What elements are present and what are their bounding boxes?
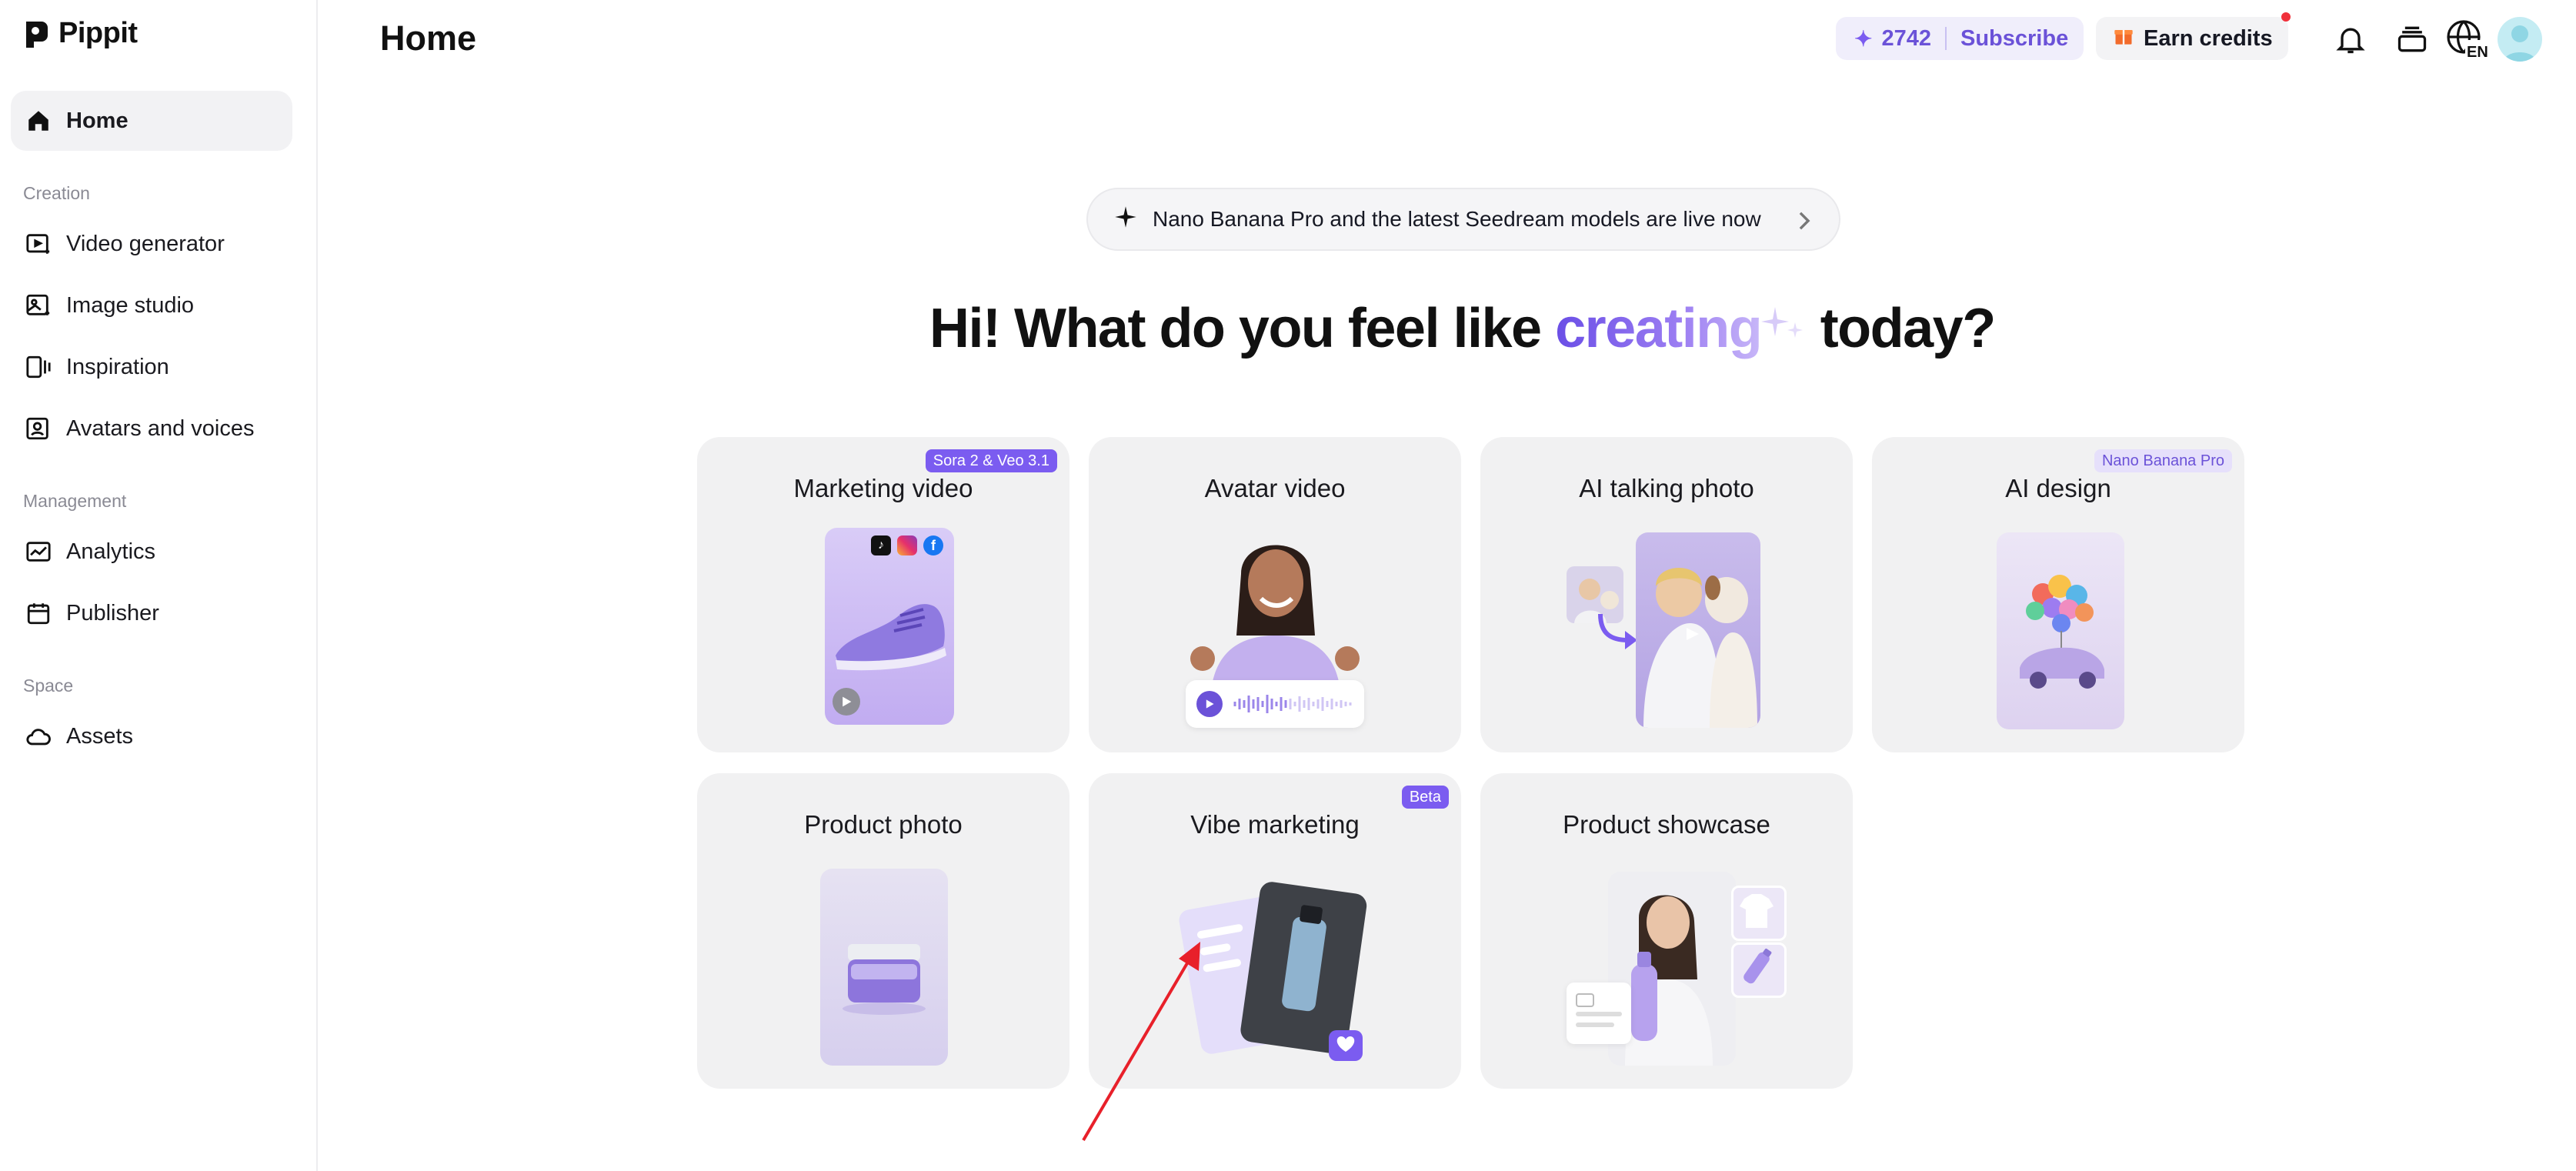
announcement-banner[interactable]: Nano Banana Pro and the latest Seedream … — [1086, 188, 1840, 251]
review-card-image — [1567, 983, 1631, 1044]
divider — [1944, 27, 1947, 50]
card-title: AI design — [2005, 474, 2111, 502]
page-title: Home — [380, 18, 477, 58]
user-avatar[interactable] — [2498, 17, 2542, 62]
voice-waveform-player — [1186, 680, 1364, 728]
hero-text-after: today? — [1806, 298, 1997, 359]
bell-icon[interactable] — [2330, 18, 2371, 60]
sidebar-item-label: Analytics — [66, 539, 156, 564]
home-icon — [23, 105, 54, 136]
tiktok-icon: ♪ — [871, 535, 891, 555]
sidebar-item-publisher[interactable]: Publisher — [11, 583, 292, 643]
chevron-right-icon — [1796, 208, 1813, 239]
card-badge: Beta — [1401, 786, 1449, 809]
inbox-icon[interactable] — [2391, 18, 2433, 60]
pippit-logo-icon — [26, 21, 48, 48]
play-icon — [1196, 691, 1223, 717]
card-product-photo[interactable]: Product photo — [697, 773, 1069, 1089]
gift-icon — [2113, 25, 2134, 52]
avatar-woman-image — [1190, 545, 1360, 705]
video-generator-icon — [23, 229, 54, 259]
sidebar-item-label: Publisher — [66, 600, 159, 626]
hero-heading: Hi! What do you feel like creating today… — [929, 297, 2007, 362]
card-title: Vibe marketing — [1190, 810, 1360, 839]
card-badge: Nano Banana Pro — [2094, 449, 2232, 472]
talking-photo-thumbnail — [1636, 532, 1760, 728]
inspiration-icon — [23, 352, 54, 382]
sidebar-item-label: Home — [66, 108, 128, 133]
sparkles-icon — [1761, 299, 1806, 362]
section-label-management: Management — [23, 491, 127, 511]
sidebar-item-label: Inspiration — [66, 354, 169, 379]
sidebar-item-analytics[interactable]: Analytics — [11, 522, 292, 582]
marketing-video-thumbnail: ♪ f — [825, 528, 954, 725]
language-globe-icon[interactable]: EN — [2444, 18, 2493, 60]
play-icon — [833, 688, 860, 716]
sidebar-item-label: Assets — [66, 723, 134, 749]
hero-text-before: Hi! What do you feel like — [929, 298, 1556, 359]
language-code: EN — [2467, 44, 2488, 60]
sidebar-item-home[interactable]: Home — [11, 91, 292, 151]
sidebar-item-label: Avatars and voices — [66, 415, 255, 441]
credits-count: 2742 — [1881, 25, 1931, 51]
ai-design-thumbnail — [1997, 532, 2124, 729]
card-product-showcase[interactable]: Product showcase — [1480, 773, 1853, 1089]
cloud-icon — [23, 721, 54, 752]
instagram-icon — [897, 535, 917, 555]
sidebar-item-inspiration[interactable]: Inspiration — [11, 337, 292, 397]
sidebar-item-video-generator[interactable]: Video generator — [11, 214, 292, 274]
avatar-icon — [23, 413, 54, 444]
product-photo-thumbnail — [820, 869, 948, 1066]
earn-credits-label: Earn credits — [2144, 25, 2273, 51]
card-title: Marketing video — [793, 474, 973, 502]
analytics-icon — [23, 536, 54, 567]
card-marketing-video[interactable]: Sora 2 & Veo 3.1 Marketing video ♪ f — [697, 437, 1069, 752]
sidebar: Pippit Home Creation Video generator Ima… — [0, 0, 318, 1171]
card-ai-talking-photo[interactable]: AI talking photo — [1480, 437, 1853, 752]
waveform-icon — [1233, 695, 1352, 713]
card-title: AI talking photo — [1579, 474, 1754, 502]
section-label-space: Space — [23, 676, 74, 696]
sparkle-icon — [1114, 205, 1137, 234]
bottle-product-image — [1731, 942, 1787, 998]
sidebar-item-avatars-and-voices[interactable]: Avatars and voices — [11, 399, 292, 459]
sidebar-item-label: Image studio — [66, 292, 195, 318]
card-title: Avatar video — [1204, 474, 1346, 502]
curved-arrow-icon — [1598, 613, 1637, 649]
app-name: Pippit — [58, 17, 138, 49]
announcement-text: Nano Banana Pro and the latest Seedream … — [1153, 207, 1761, 231]
card-title: Product showcase — [1563, 810, 1770, 839]
card-badge: Sora 2 & Veo 3.1 — [925, 449, 1057, 472]
notification-dot — [2281, 12, 2291, 22]
sparkle-icon: ✦ — [1854, 26, 1873, 51]
subscribe-label: Subscribe — [1960, 25, 2069, 51]
card-avatar-video[interactable]: Avatar video — [1089, 437, 1461, 752]
card-title: Product photo — [804, 810, 963, 839]
earn-credits-button[interactable]: Earn credits — [2096, 17, 2288, 60]
hero-text-accent: creating — [1555, 298, 1763, 359]
card-ai-design[interactable]: Nano Banana Pro AI design — [1872, 437, 2244, 752]
calendar-icon — [23, 598, 54, 629]
annotation-arrow — [1082, 942, 1200, 1142]
credits-subscribe-button[interactable]: ✦ 2742 Subscribe — [1836, 17, 2084, 60]
tshirt-product-image — [1731, 886, 1787, 941]
section-label-creation: Creation — [23, 183, 90, 203]
image-studio-icon — [23, 290, 54, 321]
sidebar-item-assets[interactable]: Assets — [11, 706, 292, 766]
pippit-logo[interactable]: Pippit — [23, 17, 138, 50]
balloons — [2026, 575, 2094, 632]
facebook-icon: f — [923, 535, 943, 555]
sidebar-item-image-studio[interactable]: Image studio — [11, 275, 292, 335]
sidebar-item-label: Video generator — [66, 231, 225, 256]
sneaker-image — [836, 604, 946, 671]
